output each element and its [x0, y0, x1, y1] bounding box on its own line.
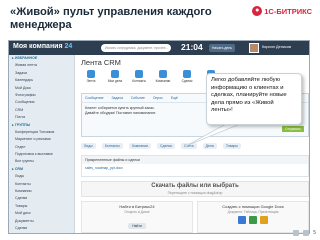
portal-screenshot: Моя компания 24 Искать сотрудника, докум…	[8, 40, 310, 234]
filter-deals[interactable]: Сделки	[157, 143, 175, 149]
app-companies[interactable]: Компании	[153, 69, 173, 89]
sidebar-item-all-groups[interactable]: Все группы	[9, 158, 74, 165]
company-label: Моя компания	[13, 43, 65, 50]
app-feed[interactable]: Лента	[81, 69, 101, 89]
presentation-icon[interactable]	[260, 216, 268, 224]
app-contacts[interactable]: Контакты	[129, 69, 149, 89]
doc-type-icons	[198, 216, 308, 224]
spreadsheet-icon[interactable]	[249, 216, 257, 224]
sidebar-item-products[interactable]: Товары	[9, 203, 74, 210]
sidebar-item-tasks[interactable]: Задачи	[9, 70, 74, 77]
sidebar-item-disk[interactable]: Мой Диск	[9, 85, 74, 92]
promo-row: Найти в Битрикс24 Открыть в Диске Найти …	[81, 201, 309, 233]
sidebar-item-group[interactable]: Отдел	[9, 144, 74, 151]
filter-invoices[interactable]: Счета	[180, 143, 197, 149]
app-label: Компании	[155, 79, 171, 83]
promo-subtitle: Документ, Таблица, Презентация	[227, 210, 279, 214]
slide-title: «Живой» пульт управления каждого менедже…	[10, 6, 212, 31]
tab-task[interactable]: Задача	[111, 96, 122, 100]
company-name[interactable]: Моя компания 24	[13, 43, 72, 50]
document-icon[interactable]	[238, 216, 246, 224]
sidebar-item-contacts[interactable]: Контакты	[9, 181, 74, 188]
avatar[interactable]	[249, 43, 259, 53]
tab-more[interactable]: Ещё	[171, 96, 178, 100]
callout-bubble: Легко добавляйте любую информацию о клие…	[206, 73, 302, 125]
promo-bitrix24: Найти в Битрикс24 Открыть в Диске Найти	[81, 201, 193, 233]
sidebar-item-deals-2[interactable]: Сделки	[9, 225, 74, 232]
companies-icon	[159, 70, 167, 78]
upload-dropzone[interactable]: Скачать файлы или выбрать Перетащите с п…	[81, 181, 309, 197]
sidebar-item-crm[interactable]: CRM	[9, 107, 74, 114]
company-24: 24	[64, 43, 73, 50]
page-title: Лента CRM	[81, 58, 121, 67]
app-label: Контакты	[132, 79, 146, 83]
bitrix-logo-icon: ●	[252, 6, 263, 16]
promo-google-docs: Создать с помощью Google Docs Документ, …	[197, 201, 309, 233]
post-textarea[interactable]: Клиент собирается купить крупный заказ. …	[82, 103, 172, 119]
sidebar-item-companies[interactable]: Компании	[9, 188, 74, 195]
tab-event[interactable]: Событие	[131, 96, 145, 100]
filter-leads[interactable]: Лиды	[81, 143, 96, 149]
activities-icon	[111, 70, 119, 78]
promo-subtitle: Открыть в Диске	[124, 210, 150, 214]
clock: 21:04	[181, 42, 203, 52]
sidebar-item-mail[interactable]: Почта	[9, 114, 74, 121]
sidebar-section[interactable]: ГРУППЫ	[9, 122, 74, 129]
sidebar-section[interactable]: ИЗБРАННОЕ	[9, 55, 74, 62]
contacts-icon	[135, 70, 143, 78]
sidebar-item-group[interactable]: Подготовка к выставке	[9, 151, 74, 158]
sidebar: ИЗБРАННОЕ Живая лента Задачи Календарь М…	[9, 55, 75, 233]
bitrix-logo: ● 1С-БИТРИКС	[252, 6, 312, 16]
app-label: Мои дела	[107, 79, 123, 83]
slide-footer: 5	[293, 230, 316, 236]
filter-contacts[interactable]: Контакты	[101, 143, 123, 149]
tab-poll[interactable]: Опрос	[153, 96, 163, 100]
search-input[interactable]: Искать сотрудника, документ, прочее...	[101, 44, 171, 52]
sidebar-item-group[interactable]: Маркетинг и реклама	[9, 136, 74, 143]
sidebar-item-documents[interactable]: Документы	[9, 218, 74, 225]
user-name[interactable]: Кирилл Денисов	[262, 45, 291, 49]
app-activities[interactable]: Мои дела	[105, 69, 125, 89]
page-number: 5	[313, 230, 316, 236]
find-button[interactable]: Найти	[128, 223, 146, 229]
sidebar-item-feed[interactable]: Живая лента	[9, 62, 74, 69]
filter-companies[interactable]: Компании	[128, 143, 152, 149]
start-day-button[interactable]: Начать день	[209, 44, 235, 52]
footer-icon	[303, 230, 310, 236]
top-bar: Моя компания 24 Искать сотрудника, докум…	[9, 41, 309, 55]
files-header: Прикрепленные файлы и сделки	[82, 156, 308, 164]
deals-icon	[183, 70, 191, 78]
sidebar-item-leads[interactable]: Лиды	[9, 173, 74, 180]
feed-icon	[87, 70, 95, 78]
sidebar-item-deals[interactable]: Сделки	[9, 195, 74, 202]
filter-activities[interactable]: Дела	[202, 143, 217, 149]
filter-bar: Лиды Контакты Компании Сделки Счета Дела…	[81, 142, 309, 150]
sidebar-item-calendar[interactable]: Календарь	[9, 77, 74, 84]
sidebar-item-group[interactable]: Конференция Топчиков	[9, 129, 74, 136]
footer-icon	[293, 230, 300, 236]
attached-files: Прикрепленные файлы и сделки sales_roadm…	[81, 155, 309, 177]
app-deals[interactable]: Сделки	[177, 69, 197, 89]
file-link[interactable]: sales_roadmap_ppt.docx	[82, 164, 308, 172]
sidebar-item-messages[interactable]: Сообщения	[9, 99, 74, 106]
promo-title: Найти в Битрикс24	[119, 204, 155, 209]
sidebar-item-photos[interactable]: Фотографии	[9, 92, 74, 99]
app-label: Лента	[86, 79, 96, 83]
promo-title: Создать с помощью Google Docs	[222, 204, 284, 209]
bitrix-logo-text: 1С-БИТРИКС	[264, 6, 312, 16]
upload-hint: Перетащите с помощью drag&drop	[167, 191, 223, 195]
app-label: Сделки	[181, 79, 193, 83]
send-button[interactable]: Отправить	[282, 126, 304, 132]
tab-message[interactable]: Сообщение	[85, 96, 103, 100]
upload-title: Скачать файлы или выбрать	[151, 183, 239, 189]
filter-products[interactable]: Товары	[222, 143, 241, 149]
sidebar-section[interactable]: CRM	[9, 166, 74, 173]
sidebar-item-my-disk[interactable]: Мой диск	[9, 210, 74, 217]
